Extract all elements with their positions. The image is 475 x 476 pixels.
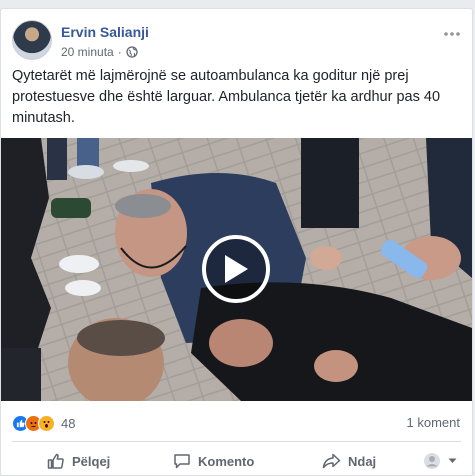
- post-time[interactable]: 20 minuta: [61, 45, 114, 59]
- comments-count[interactable]: 1 koment: [407, 415, 460, 430]
- globe-icon: [126, 46, 138, 58]
- comment-button[interactable]: Komento: [173, 449, 254, 473]
- author-name[interactable]: Ervin Salianji: [61, 24, 149, 40]
- profile-selector[interactable]: [423, 449, 457, 473]
- profile-avatar-icon: [424, 453, 440, 469]
- video-player[interactable]: [1, 138, 472, 401]
- avatar[interactable]: [12, 20, 52, 60]
- comment-label: Komento: [198, 453, 255, 469]
- post-text: Qytetarët më lajmërojnë se autoambulanca…: [12, 68, 441, 126]
- share-label: Ndaj: [348, 453, 377, 469]
- more-options-icon[interactable]: [444, 24, 460, 42]
- share-icon: [322, 453, 341, 469]
- wow-icon: [38, 414, 55, 432]
- reactions-summary[interactable]: 48: [12, 413, 75, 433]
- chevron-down-icon: [448, 458, 457, 463]
- meta-separator: ·: [117, 45, 122, 59]
- play-icon: [225, 255, 248, 283]
- thumbs-up-icon: [47, 453, 64, 469]
- post-meta: 20 minuta ·: [61, 45, 138, 59]
- like-label: Pëlqej: [72, 453, 111, 469]
- share-button[interactable]: Ndaj: [322, 449, 376, 473]
- comment-icon: [174, 454, 190, 469]
- post-header: Ervin Salianji 20 minuta ·: [12, 20, 462, 64]
- post-actions: Pëlqej Komento Ndaj: [1, 449, 472, 473]
- like-button[interactable]: Pëlqej: [47, 449, 110, 473]
- divider: [12, 441, 461, 442]
- reactions-count: 48: [61, 415, 76, 431]
- post-card: Ervin Salianji 20 minuta · Qytetarët më …: [0, 8, 473, 476]
- play-button[interactable]: [202, 235, 270, 303]
